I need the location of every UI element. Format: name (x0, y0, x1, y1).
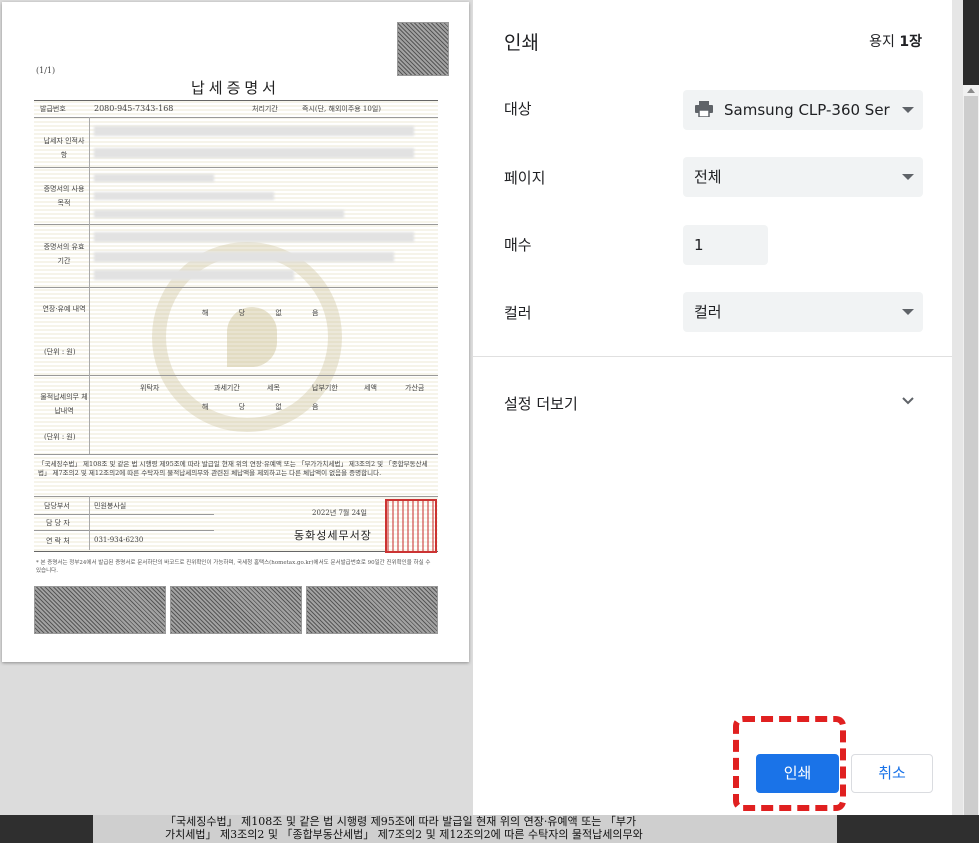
dropdown-arrow-icon (902, 174, 914, 180)
destination-select[interactable]: Samsung CLP-360 Ser (683, 90, 923, 130)
background-text-line: 「국세징수법」 제108조 및 같은 법 시행령 제95조에 따라 발급일 현재… (165, 815, 637, 828)
table-rule (34, 514, 214, 515)
deferral-label: 연장·유예 내역 (42, 305, 86, 313)
page-indicator: (1/1) (36, 66, 56, 75)
redacted-field (94, 192, 274, 200)
table-rule (34, 117, 438, 118)
certification-statement: 「국세징수법」 제108조 및 같은 법 시행령 제95조에 따라 발급일 현재… (38, 460, 428, 477)
background-document-text: 「국세징수법」 제108조 및 같은 법 시행령 제95조에 따라 발급일 현재… (93, 815, 837, 843)
sheet-count-value: 1장 (899, 34, 922, 50)
cancel-button[interactable]: 취소 (851, 754, 933, 793)
dept-label: 담당부서 (44, 502, 70, 510)
table-rule (34, 167, 438, 168)
official-stamp (385, 499, 437, 553)
scrollbar-thumb[interactable] (964, 96, 978, 836)
scrollbar-track (963, 0, 979, 85)
print-preview-area: (1/1) 납세증명서 발급번호 2080-945-7343-168 처리기간 … (0, 0, 473, 815)
dropdown-arrow-icon (902, 309, 914, 315)
redacted-field (94, 174, 214, 182)
document-title: 납세증명서 (190, 79, 280, 97)
trustee-col: 과세기간 (214, 384, 240, 392)
footnote: * 본 증명서는 정부24에서 발급된 증명서로 문서하단의 바코드로 진위확인… (36, 560, 431, 574)
print-dialog-title: 인쇄 (504, 32, 539, 54)
table-rule (34, 496, 438, 497)
trustee-col: 세액 (364, 384, 377, 392)
qr-code-top (397, 22, 449, 76)
dept-value: 민원봉사실 (94, 502, 127, 510)
table-rule (34, 375, 438, 376)
copies-input[interactable]: 1 (683, 225, 768, 265)
barcode-2 (170, 586, 302, 634)
trustee-col: 가산금 (405, 384, 425, 392)
background-text-line: 가치세법」 제3조의2 및 「종합부동산세법」 제7조의2 및 제12조의2에 … (165, 828, 643, 841)
scroll-up-arrow-icon[interactable] (967, 88, 975, 93)
printer-icon (695, 100, 713, 117)
pages-value: 전체 (694, 168, 722, 186)
print-button-highlight (733, 716, 846, 811)
redacted-field (94, 252, 394, 262)
redacted-field (94, 270, 294, 280)
contact-label: 연 락 처 (46, 537, 70, 545)
trustee-label: 물적납세의무 체납내역 (40, 393, 88, 415)
none-text: 해 당 없 음 (202, 309, 333, 317)
pages-select[interactable]: 전체 (683, 157, 923, 197)
contact-value: 031-934-6230 (94, 536, 144, 544)
unit-label-2: (단위 : 원) (44, 433, 76, 441)
process-value: 즉시(단, 해외이주용 10일) (302, 105, 382, 113)
panel-divider (473, 356, 952, 357)
barcode-3 (306, 586, 438, 634)
issue-no-value: 2080-945-7343-168 (94, 104, 174, 113)
redacted-field (94, 126, 414, 136)
redacted-field (94, 210, 344, 218)
validity-label: 증명서의 유효기간 (43, 243, 85, 265)
document-page: (1/1) 납세증명서 발급번호 2080-945-7343-168 처리기간 … (2, 2, 469, 662)
sheet-count-prefix: 용지 (869, 34, 900, 50)
table-rule (89, 117, 90, 454)
taxpayer-label: 납세자 인적사항 (43, 137, 85, 159)
issuer-name: 동화성세무서장 (294, 529, 372, 542)
table-rule (34, 454, 438, 455)
issue-date: 2022년 7월 24일 (312, 509, 367, 517)
none-text-2: 해 당 없 음 (202, 403, 333, 411)
person-label: 담 당 자 (46, 519, 70, 527)
purpose-label: 증명서의 사용목적 (43, 185, 85, 207)
process-label: 처리기간 (252, 105, 278, 113)
redacted-field (94, 232, 414, 242)
redacted-field (94, 148, 414, 158)
destination-label: 대상 (504, 100, 532, 118)
sheet-count: 용지 1장 (869, 31, 922, 51)
destination-value: Samsung CLP-360 Ser (724, 101, 890, 119)
color-label: 컬러 (504, 304, 532, 322)
barcode-1 (34, 586, 166, 634)
pages-label: 페이지 (504, 169, 546, 187)
more-settings-toggle[interactable]: 설정 더보기 (504, 393, 578, 414)
color-select[interactable]: 컬러 (683, 292, 923, 332)
unit-label: (단위 : 원) (44, 348, 76, 356)
table-rule (34, 224, 438, 225)
table-rule (34, 287, 438, 288)
color-value: 컬러 (694, 303, 722, 321)
table-rule (89, 496, 90, 550)
issue-no-label: 발급번호 (40, 105, 66, 113)
trustee-col: 세목 (267, 384, 280, 392)
chevron-down-icon[interactable] (902, 396, 914, 406)
trustee-col: 납부기한 (312, 384, 338, 392)
dropdown-arrow-icon (902, 107, 914, 113)
copies-label: 매수 (504, 236, 532, 254)
table-rule (34, 530, 214, 531)
trustee-col: 위탁자 (140, 384, 160, 392)
